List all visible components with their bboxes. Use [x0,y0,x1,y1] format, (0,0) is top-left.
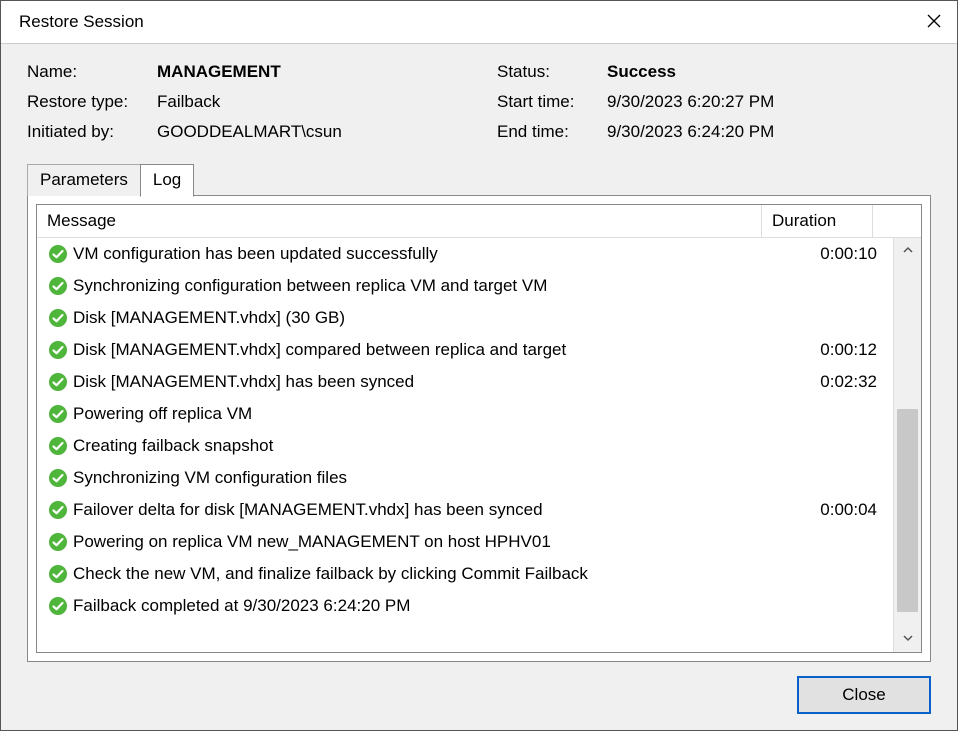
status-value: Success [607,62,774,82]
table-row[interactable]: Disk [MANAGEMENT.vhdx] has been synced0:… [37,366,893,398]
success-icon [47,308,69,328]
log-message: Synchronizing VM configuration files [69,464,787,492]
window-close-button[interactable] [911,1,957,43]
log-message: VM configuration has been updated succes… [69,240,787,268]
log-message: Powering off replica VM [69,400,787,428]
name-value: MANAGEMENT [157,62,497,82]
initiated-by-label: Initiated by: [27,122,157,142]
restore-type-label: Restore type: [27,92,157,112]
titlebar: Restore Session [1,1,957,44]
log-grid: Message Duration VM configuration has be… [36,204,922,653]
log-message: Powering on replica VM new_MANAGEMENT on… [69,528,787,556]
log-grid-body: VM configuration has been updated succes… [37,238,893,652]
success-icon [47,564,69,584]
close-icon [927,12,941,33]
log-grid-header: Message Duration [37,205,921,238]
scroll-down-button[interactable] [894,626,921,652]
log-message: Disk [MANAGEMENT.vhdx] has been synced [69,368,787,396]
table-row[interactable]: Failback completed at 9/30/2023 6:24:20 … [37,590,893,622]
start-time-value: 9/30/2023 6:20:27 PM [607,92,774,112]
log-duration: 0:00:04 [787,496,883,524]
end-time-label: End time: [497,122,607,142]
restore-type-value: Failback [157,92,497,112]
chevron-up-icon [903,245,913,258]
status-label: Status: [497,62,607,82]
column-header-scroll-spacer [873,205,921,237]
dialog-footer: Close [27,662,931,714]
success-icon [47,244,69,264]
table-row[interactable]: Disk [MANAGEMENT.vhdx] (30 GB) [37,302,893,334]
scroll-track[interactable] [894,264,921,626]
restore-session-dialog: Restore Session Name: MANAGEMENT Restore… [0,0,958,731]
table-row[interactable]: Powering off replica VM [37,398,893,430]
close-button[interactable]: Close [797,676,931,714]
tab-log[interactable]: Log [140,164,194,197]
log-duration: 0:00:10 [787,240,883,268]
table-row[interactable]: VM configuration has been updated succes… [37,238,893,270]
log-duration: 0:00:12 [787,336,883,364]
vertical-scrollbar[interactable] [893,238,921,652]
window-title: Restore Session [1,12,144,32]
success-icon [47,500,69,520]
success-icon [47,468,69,488]
table-row[interactable]: Disk [MANAGEMENT.vhdx] compared between … [37,334,893,366]
chevron-down-icon [903,633,913,646]
tab-parameters[interactable]: Parameters [27,164,141,196]
log-message: Disk [MANAGEMENT.vhdx] (30 GB) [69,304,787,332]
log-message: Disk [MANAGEMENT.vhdx] compared between … [69,336,787,364]
column-header-duration[interactable]: Duration [762,205,873,237]
table-row[interactable]: Powering on replica VM new_MANAGEMENT on… [37,526,893,558]
table-row[interactable]: Check the new VM, and finalize failback … [37,558,893,590]
log-message: Failover delta for disk [MANAGEMENT.vhdx… [69,496,787,524]
dialog-body: Name: MANAGEMENT Restore type: Failback … [1,44,957,730]
table-row[interactable]: Failover delta for disk [MANAGEMENT.vhdx… [37,494,893,526]
log-message: Synchronizing configuration between repl… [69,272,787,300]
scroll-thumb[interactable] [897,409,918,612]
success-icon [47,404,69,424]
end-time-value: 9/30/2023 6:24:20 PM [607,122,774,142]
log-message: Failback completed at 9/30/2023 6:24:20 … [69,592,787,620]
success-icon [47,372,69,392]
column-header-message[interactable]: Message [37,205,762,237]
log-tab-pane: Message Duration VM configuration has be… [27,195,931,662]
log-message: Creating failback snapshot [69,432,787,460]
success-icon [47,436,69,456]
log-message: Check the new VM, and finalize failback … [69,560,787,588]
tab-strip: Parameters Log [27,164,931,196]
table-row[interactable]: Synchronizing configuration between repl… [37,270,893,302]
success-icon [47,532,69,552]
table-row[interactable]: Creating failback snapshot [37,430,893,462]
table-row[interactable]: Synchronizing VM configuration files [37,462,893,494]
initiated-by-value: GOODDEALMART\csun [157,122,497,142]
log-duration: 0:02:32 [787,368,883,396]
success-icon [47,276,69,296]
name-label: Name: [27,62,157,82]
start-time-label: Start time: [497,92,607,112]
scroll-up-button[interactable] [894,238,921,264]
summary-grid: Name: MANAGEMENT Restore type: Failback … [27,62,931,142]
success-icon [47,340,69,360]
success-icon [47,596,69,616]
